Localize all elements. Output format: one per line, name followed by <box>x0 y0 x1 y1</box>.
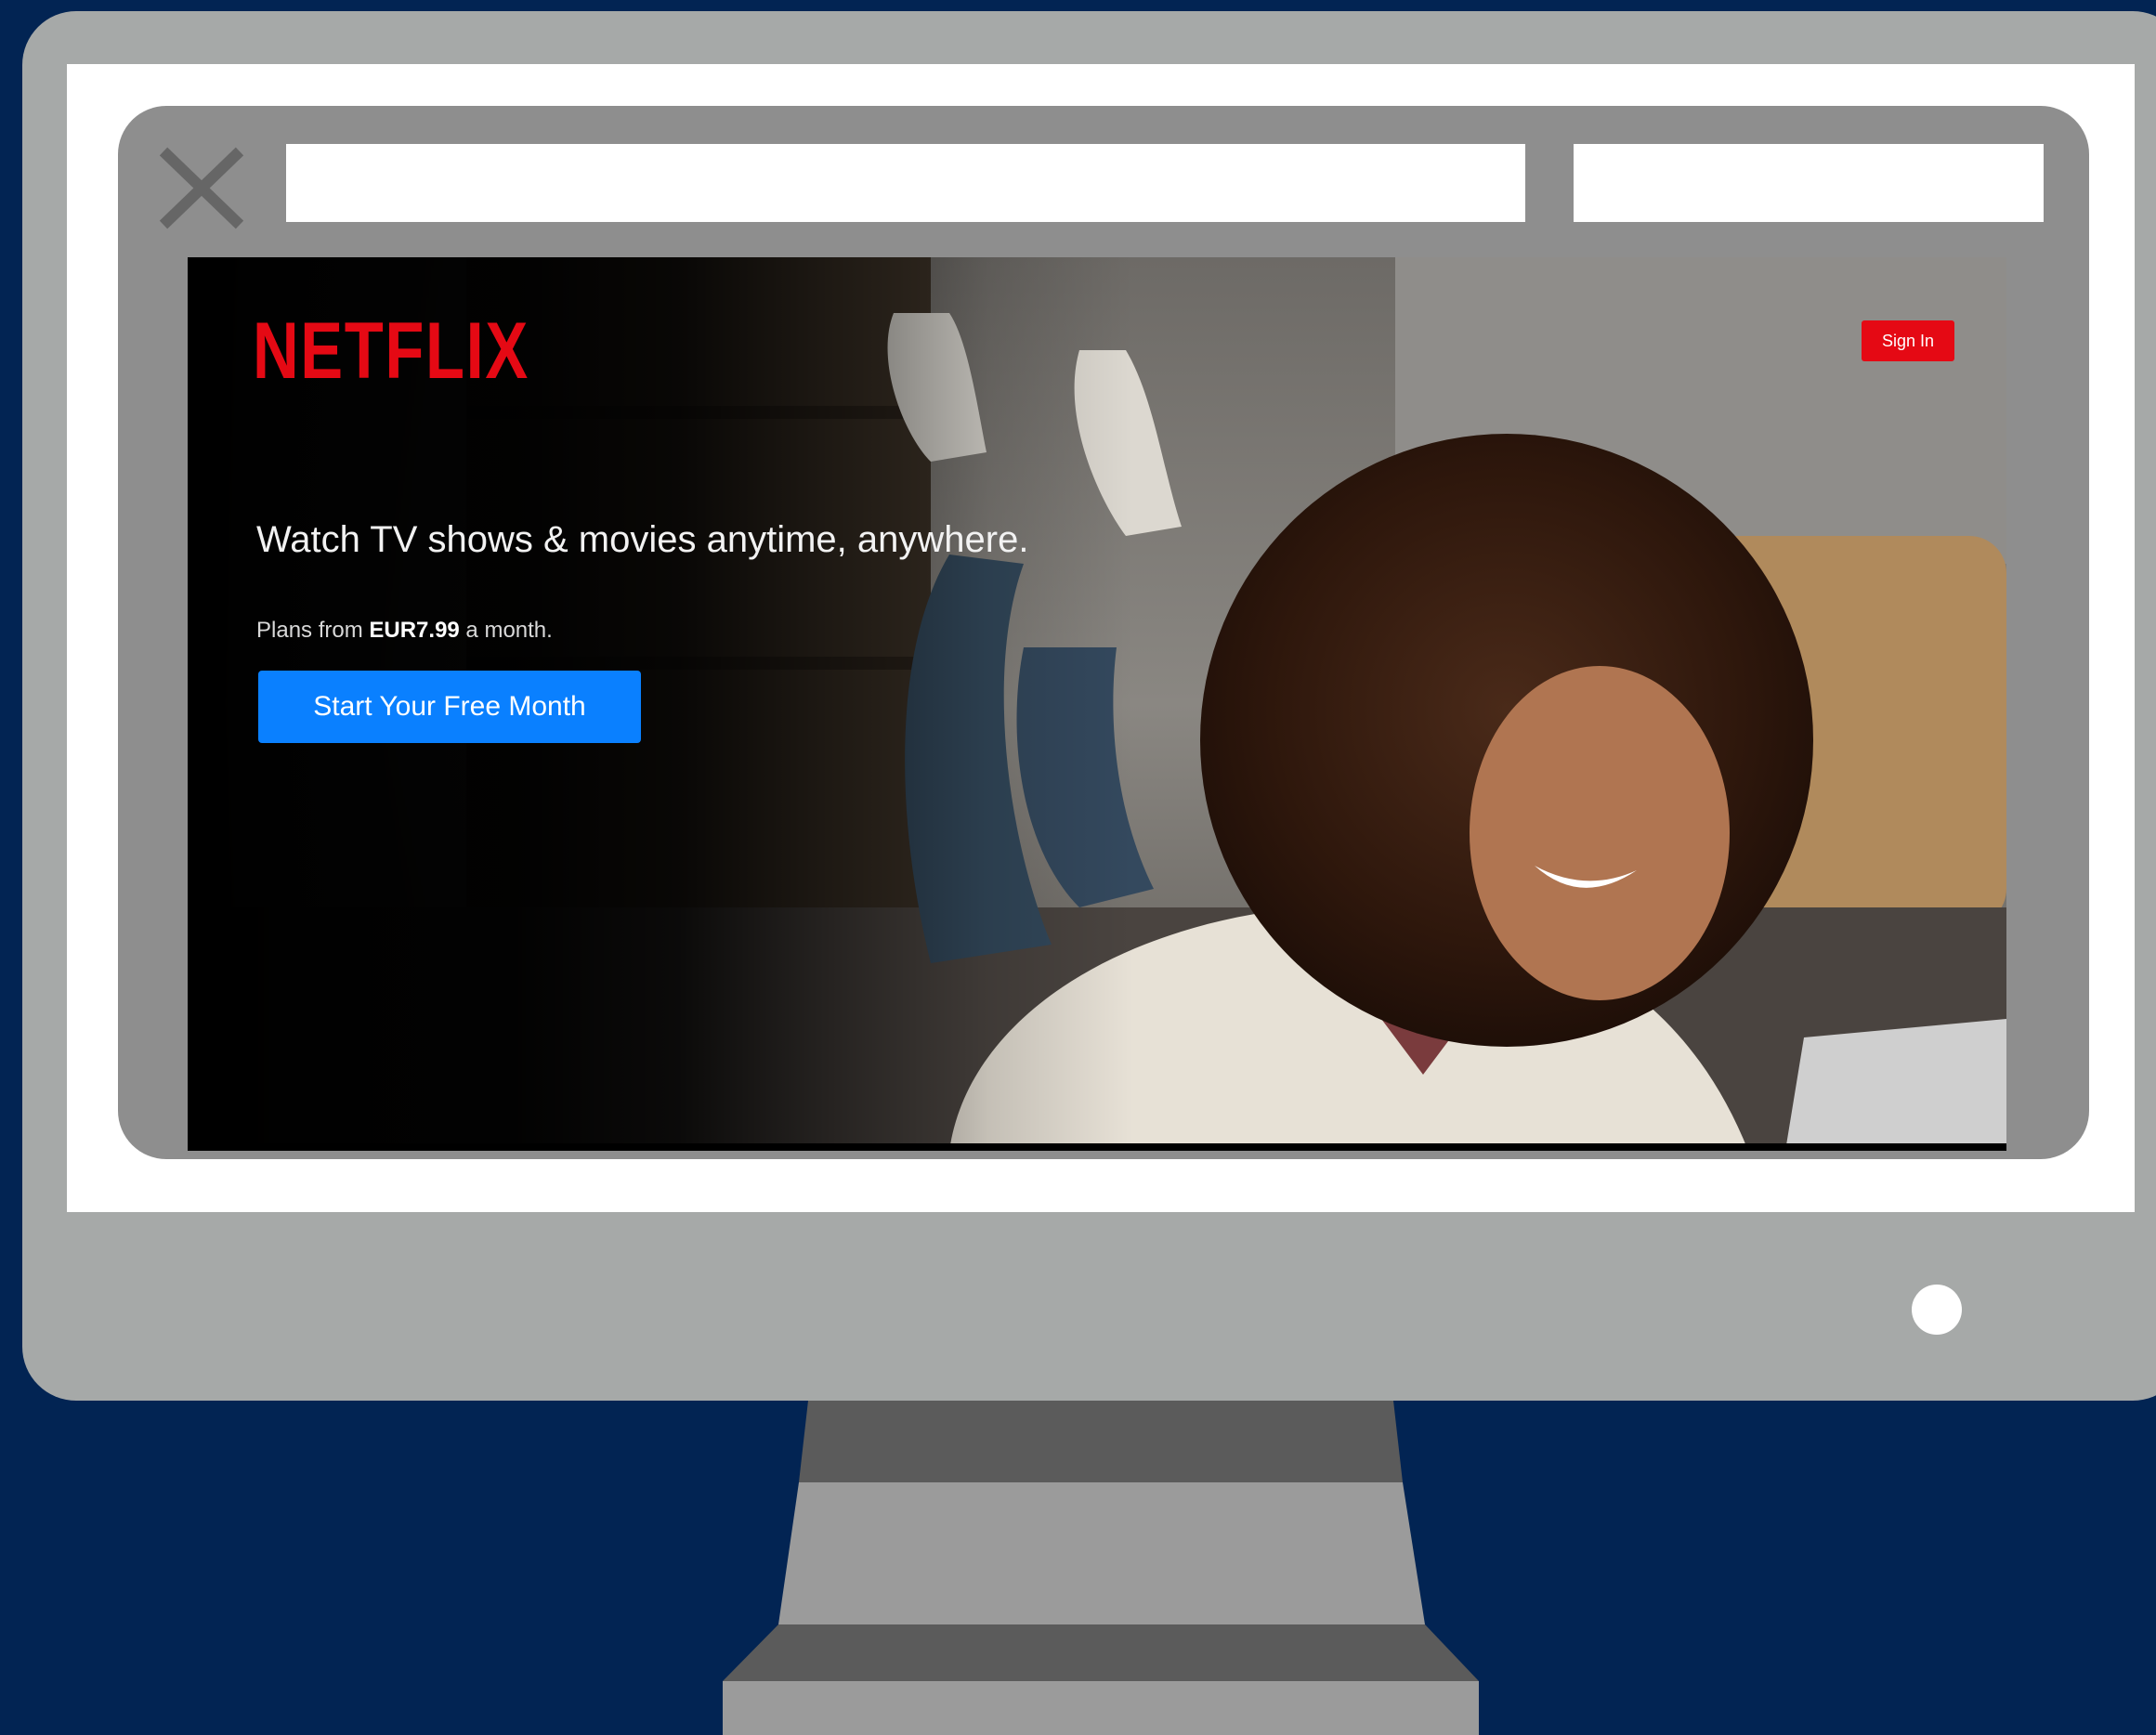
plans-text: Plans from EUR7.99 a month. <box>256 618 553 644</box>
address-bar[interactable] <box>286 144 1525 222</box>
hero-bottom-edge <box>188 1143 2006 1151</box>
start-free-month-button[interactable]: Start Your Free Month <box>258 671 641 743</box>
plans-price: EUR7.99 <box>369 618 460 643</box>
stand-neck-top <box>799 1401 1403 1482</box>
stand-base <box>723 1681 1479 1735</box>
search-box[interactable] <box>1574 144 2044 222</box>
netflix-page: NETFLIX Sign In Watch TV shows & movies … <box>188 257 2006 1151</box>
sign-in-button[interactable]: Sign In <box>1862 320 1954 361</box>
close-icon[interactable] <box>156 144 247 232</box>
stand-base-top <box>723 1624 1479 1681</box>
netflix-logo[interactable]: NETFLIX <box>253 311 529 391</box>
plans-suffix: a month. <box>459 618 553 643</box>
plans-prefix: Plans from <box>256 618 370 643</box>
hero-headline: Watch TV shows & movies anytime, anywher… <box>256 519 1029 560</box>
stand-neck <box>778 1482 1425 1624</box>
